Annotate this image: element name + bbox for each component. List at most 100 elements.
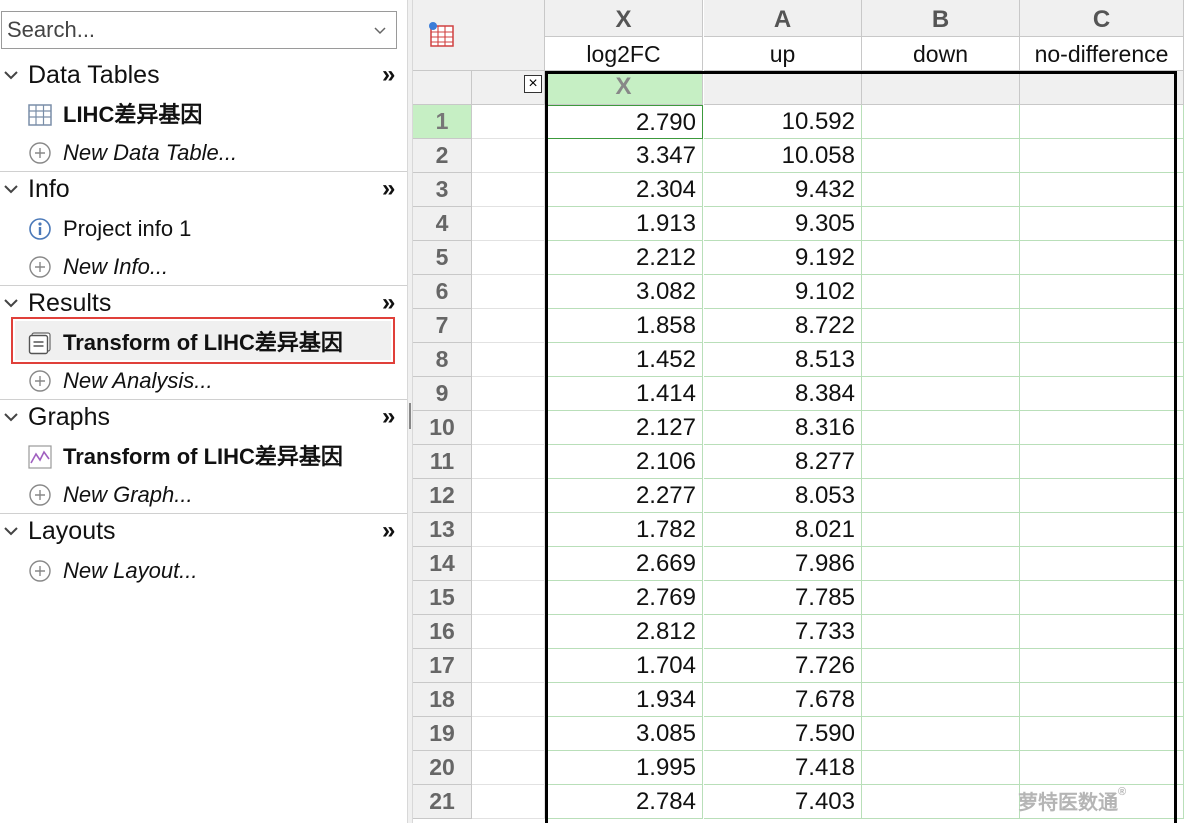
table-cell[interactable] bbox=[1020, 683, 1184, 717]
table-cell[interactable]: 2.669 bbox=[545, 547, 703, 581]
table-cell[interactable]: 8.053 bbox=[704, 479, 862, 513]
row-number[interactable]: 15 bbox=[413, 581, 472, 615]
column-title[interactable]: down bbox=[862, 37, 1020, 71]
row-number[interactable]: 21 bbox=[413, 785, 472, 819]
nav-item-new-graph[interactable]: New Graph... bbox=[0, 478, 407, 512]
table-cell[interactable]: 1.858 bbox=[545, 309, 703, 343]
table-cell[interactable] bbox=[862, 547, 1020, 581]
table-cell[interactable]: 1.934 bbox=[545, 683, 703, 717]
table-cell[interactable] bbox=[1020, 207, 1184, 241]
table-cell[interactable]: 3.085 bbox=[545, 717, 703, 751]
row-title-cell[interactable] bbox=[472, 615, 545, 649]
table-cell[interactable] bbox=[1020, 581, 1184, 615]
table-cell[interactable]: 1.913 bbox=[545, 207, 703, 241]
row-number[interactable]: 13 bbox=[413, 513, 472, 547]
table-cell[interactable] bbox=[1020, 479, 1184, 513]
expand-more-icon[interactable]: » bbox=[382, 290, 395, 316]
table-cell[interactable] bbox=[862, 411, 1020, 445]
table-cell[interactable] bbox=[862, 581, 1020, 615]
table-cell[interactable] bbox=[1020, 445, 1184, 479]
table-cell[interactable] bbox=[862, 445, 1020, 479]
row-title-cell[interactable] bbox=[472, 411, 545, 445]
table-cell[interactable]: 9.102 bbox=[704, 275, 862, 309]
column-letter-header[interactable]: C bbox=[1020, 0, 1184, 37]
column-subheader[interactable]: X bbox=[545, 71, 703, 105]
table-cell[interactable]: 3.347 bbox=[545, 139, 703, 173]
table-cell[interactable]: 9.432 bbox=[704, 173, 862, 207]
row-title-cell[interactable] bbox=[472, 751, 545, 785]
nav-item-transform-results[interactable]: Transform of LIHC差异基因 bbox=[0, 326, 407, 360]
table-cell[interactable]: 7.590 bbox=[704, 717, 862, 751]
row-number[interactable]: 9 bbox=[413, 377, 472, 411]
expand-more-icon[interactable]: » bbox=[382, 62, 395, 88]
table-cell[interactable] bbox=[1020, 139, 1184, 173]
column-subheader[interactable] bbox=[1020, 71, 1184, 105]
row-number[interactable]: 6 bbox=[413, 275, 472, 309]
chevron-down-icon[interactable] bbox=[3, 297, 19, 309]
table-cell[interactable] bbox=[1020, 343, 1184, 377]
table-cell[interactable]: 2.784 bbox=[545, 785, 703, 819]
table-cell[interactable]: 2.127 bbox=[545, 411, 703, 445]
table-cell[interactable]: 7.726 bbox=[704, 649, 862, 683]
table-cell[interactable] bbox=[862, 343, 1020, 377]
row-title-cell[interactable] bbox=[472, 785, 545, 819]
row-title-cell[interactable] bbox=[472, 683, 545, 717]
close-icon[interactable]: × bbox=[524, 75, 542, 93]
table-format-icon[interactable] bbox=[427, 20, 457, 50]
table-cell[interactable] bbox=[862, 649, 1020, 683]
table-cell[interactable]: 1.995 bbox=[545, 751, 703, 785]
table-cell[interactable]: 8.316 bbox=[704, 411, 862, 445]
table-cell[interactable]: 8.722 bbox=[704, 309, 862, 343]
splitter-grip[interactable] bbox=[409, 403, 411, 429]
row-title-cell[interactable] bbox=[472, 309, 545, 343]
table-cell[interactable] bbox=[862, 513, 1020, 547]
row-number[interactable]: 3 bbox=[413, 173, 472, 207]
chevron-down-icon[interactable] bbox=[3, 69, 19, 81]
row-title-cell[interactable] bbox=[472, 479, 545, 513]
nav-item-new-layout[interactable]: New Layout... bbox=[0, 554, 407, 588]
table-cell[interactable] bbox=[862, 377, 1020, 411]
table-cell[interactable] bbox=[862, 785, 1020, 819]
table-cell[interactable] bbox=[862, 275, 1020, 309]
table-cell[interactable] bbox=[1020, 615, 1184, 649]
table-cell[interactable]: 8.021 bbox=[704, 513, 862, 547]
nav-item-transform-graph[interactable]: Transform of LIHC差异基因 bbox=[0, 440, 407, 474]
table-cell[interactable]: 1.704 bbox=[545, 649, 703, 683]
row-title-cell[interactable] bbox=[472, 173, 545, 207]
search-input[interactable] bbox=[2, 12, 364, 48]
row-title-cell[interactable] bbox=[472, 275, 545, 309]
table-cell[interactable]: 3.082 bbox=[545, 275, 703, 309]
section-data-tables[interactable]: Data Tables » bbox=[0, 60, 407, 90]
table-cell[interactable] bbox=[862, 105, 1020, 139]
table-cell[interactable]: 1.782 bbox=[545, 513, 703, 547]
row-number[interactable]: 16 bbox=[413, 615, 472, 649]
table-cell[interactable] bbox=[1020, 377, 1184, 411]
column-title[interactable]: no-difference bbox=[1020, 37, 1184, 71]
row-number[interactable]: 2 bbox=[413, 139, 472, 173]
column-subheader[interactable] bbox=[704, 71, 862, 105]
table-cell[interactable] bbox=[1020, 649, 1184, 683]
table-cell[interactable] bbox=[1020, 241, 1184, 275]
search-box[interactable] bbox=[1, 11, 397, 49]
row-title-cell[interactable] bbox=[472, 445, 545, 479]
section-layouts[interactable]: Layouts » bbox=[0, 516, 407, 546]
table-cell[interactable] bbox=[1020, 173, 1184, 207]
row-number[interactable]: 12 bbox=[413, 479, 472, 513]
column-subheader[interactable] bbox=[862, 71, 1020, 105]
row-number[interactable]: 1 bbox=[413, 105, 472, 139]
table-cell[interactable] bbox=[862, 479, 1020, 513]
table-cell[interactable]: 7.785 bbox=[704, 581, 862, 615]
table-cell[interactable]: 8.277 bbox=[704, 445, 862, 479]
table-cell[interactable] bbox=[1020, 547, 1184, 581]
table-cell[interactable] bbox=[1020, 105, 1184, 139]
row-number[interactable]: 18 bbox=[413, 683, 472, 717]
table-cell[interactable]: 8.384 bbox=[704, 377, 862, 411]
table-cell[interactable]: 10.592 bbox=[704, 105, 862, 139]
row-title-cell[interactable] bbox=[472, 343, 545, 377]
expand-more-icon[interactable]: » bbox=[382, 518, 395, 544]
table-cell[interactable]: 8.513 bbox=[704, 343, 862, 377]
table-cell[interactable]: 7.403 bbox=[704, 785, 862, 819]
row-title-cell[interactable] bbox=[472, 105, 545, 139]
table-cell[interactable]: 7.678 bbox=[704, 683, 862, 717]
table-cell[interactable] bbox=[862, 717, 1020, 751]
